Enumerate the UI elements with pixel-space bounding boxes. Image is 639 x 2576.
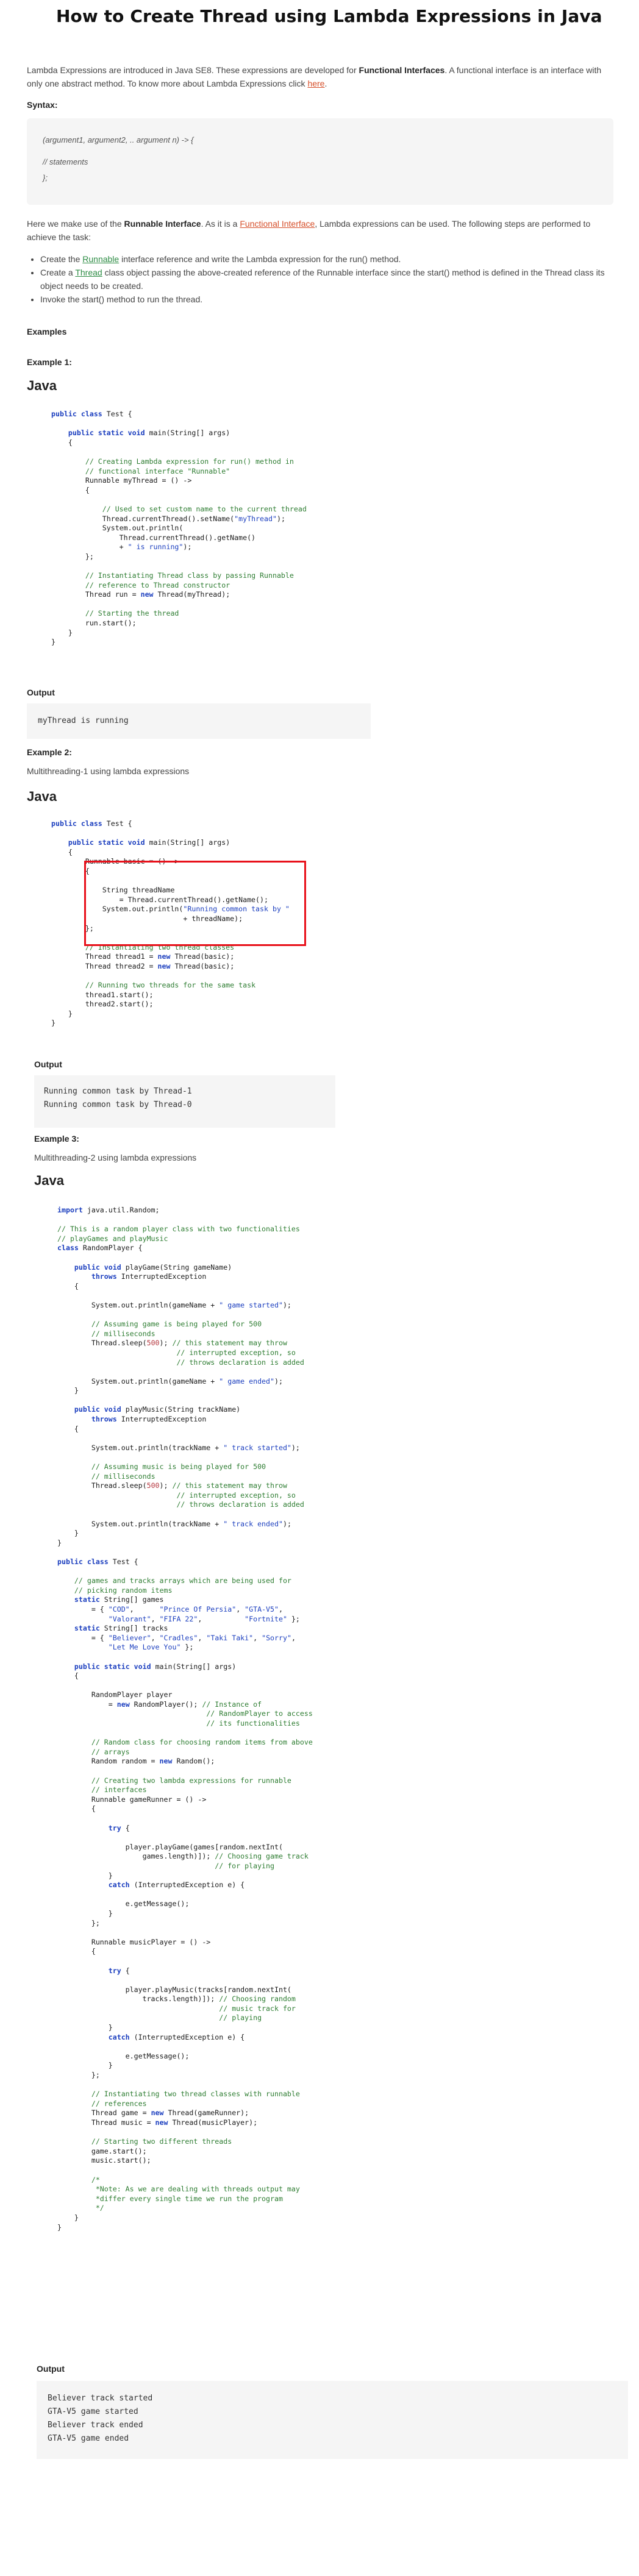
highlighted-code-region xyxy=(84,861,306,946)
page-title: How to Create Thread using Lambda Expres… xyxy=(56,6,602,26)
example-3-subtitle: Multithreading-2 using lambda expression… xyxy=(34,1153,197,1162)
lambda-expressions-link[interactable]: here xyxy=(307,79,324,88)
example-1-output-box: myThread is running xyxy=(27,703,371,739)
example-3-heading: Example 3: xyxy=(34,1134,79,1144)
list-item: Create a Thread class object passing the… xyxy=(40,266,626,293)
example-1-code: public class Test { public static void m… xyxy=(51,410,307,647)
runnable-link[interactable]: Runnable xyxy=(82,254,119,264)
intro-paragraph: Lambda Expressions are introduced in Jav… xyxy=(27,63,618,90)
usage-paragraph: Here we make use of the Runnable Interfa… xyxy=(27,217,618,244)
usage-bold-text: Runnable Interface xyxy=(124,219,201,229)
intro-text-after: . xyxy=(324,79,327,88)
syntax-heading: Syntax: xyxy=(27,100,58,110)
list-item: Create the Runnable interface reference … xyxy=(40,252,626,266)
example-1-output-text: myThread is running xyxy=(38,716,129,725)
step-text: Create the xyxy=(40,254,83,264)
syntax-box: (argument1, argument2, .. argument n) ->… xyxy=(27,118,613,205)
example-1-output-heading: Output xyxy=(27,688,55,697)
example-3-language: Java xyxy=(34,1173,64,1188)
thread-link[interactable]: Thread xyxy=(75,268,102,277)
example-2-language: Java xyxy=(27,789,57,804)
example-3-output-heading: Output xyxy=(37,2364,65,2374)
example-3-output-text: Believer track started GTA-V5 game start… xyxy=(48,2394,153,2443)
intro-text-before: Lambda Expressions are introduced in Jav… xyxy=(27,65,359,75)
step-text: Create a xyxy=(40,268,76,277)
example-3-code: import java.util.Random; // This is a ra… xyxy=(57,1206,313,2232)
intro-bold-text: Functional Interfaces xyxy=(359,65,445,75)
syntax-line: (argument1, argument2, .. argument n) ->… xyxy=(43,135,194,144)
examples-heading: Examples xyxy=(27,327,67,336)
article: How to Create Thread using Lambda Expres… xyxy=(0,0,639,2576)
syntax-line: // statements xyxy=(43,157,88,166)
example-1-language: Java xyxy=(27,378,57,393)
example-2-output-heading: Output xyxy=(34,1059,62,1069)
example-2-output-box: Running common task by Thread-1 Running … xyxy=(34,1075,335,1128)
steps-list: Create the Runnable interface reference … xyxy=(27,252,626,306)
step-text: Invoke the start() method to run the thr… xyxy=(40,294,203,304)
functional-interface-link[interactable]: Functional Interface xyxy=(240,219,315,229)
syntax-line: }; xyxy=(43,173,48,182)
step-text: class object passing the above-created r… xyxy=(40,268,605,291)
example-2-subtitle: Multithreading-1 using lambda expression… xyxy=(27,766,190,776)
example-2-heading: Example 2: xyxy=(27,747,72,757)
example-3-output-box: Believer track started GTA-V5 game start… xyxy=(37,2381,628,2459)
usage-text-middle: . As it is a xyxy=(201,219,240,229)
usage-text-before: Here we make use of the xyxy=(27,219,124,229)
example-2-output-text: Running common task by Thread-1 Running … xyxy=(44,1087,192,1109)
example-1-heading: Example 1: xyxy=(27,357,72,367)
list-item: Invoke the start() method to run the thr… xyxy=(40,293,626,306)
step-text: interface reference and write the Lambda… xyxy=(119,254,401,264)
